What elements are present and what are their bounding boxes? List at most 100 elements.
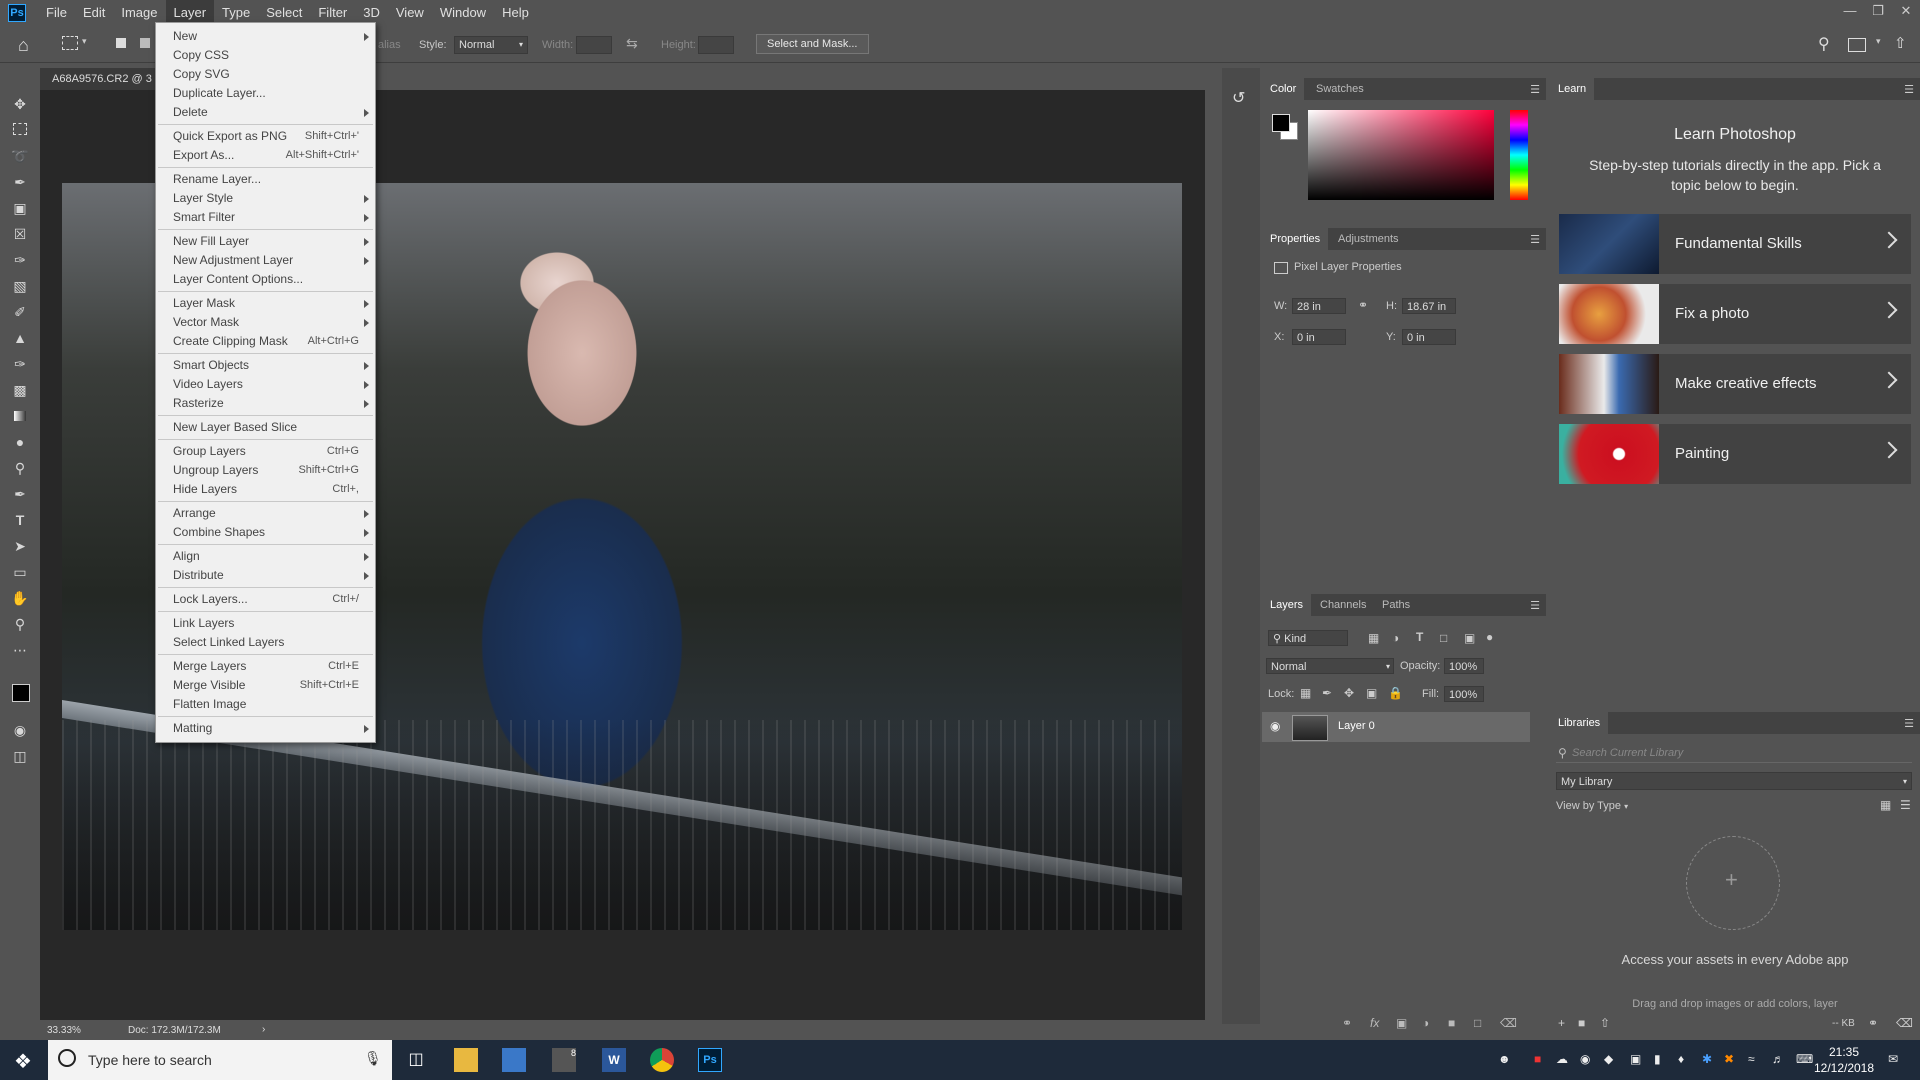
layer-filter-kind[interactable]: ⚲ Kind [1268,630,1348,646]
windows-start-icon[interactable]: ❖ [14,1049,32,1074]
rectangular-marquee-tool-icon[interactable] [10,120,30,140]
foreground-color-swatch[interactable] [1272,114,1290,132]
menu-item-align[interactable]: Align [156,547,375,566]
link-layers-icon[interactable]: ⚭ [1342,1016,1352,1030]
tab-learn[interactable]: Learn [1550,78,1595,100]
lock-transparent-icon[interactable]: ▦ [1300,686,1311,700]
width-input[interactable] [576,36,612,54]
battery-icon[interactable]: ▮ [1654,1052,1661,1066]
foreground-color-swatch[interactable] [12,684,30,702]
menu-item-layer-style[interactable]: Layer Style [156,189,375,208]
wifi-icon[interactable]: ≈ [1748,1052,1755,1066]
menu-item-layer-content-options[interactable]: Layer Content Options... [156,270,375,289]
height-input[interactable] [698,36,734,54]
edit-toolbar-icon[interactable]: ⋯ [10,640,30,660]
learn-card-make-creative-effects[interactable]: Make creative effects [1559,354,1911,414]
chevron-down-icon[interactable]: ▾ [82,36,87,47]
tray-app-icon[interactable]: ♦ [1678,1052,1684,1066]
pen-tool-icon[interactable]: ✒ [10,484,30,504]
menu-item-distribute[interactable]: Distribute [156,566,375,585]
quick-selection-tool-icon[interactable]: ✒ [10,172,30,192]
learn-card-painting[interactable]: Painting [1559,424,1911,484]
menu-item-smart-filter[interactable]: Smart Filter [156,208,375,227]
menu-item-merge-visible[interactable]: Merge Visible Shift+Ctrl+E [156,676,375,695]
menu-item-export-as[interactable]: Export As... Alt+Shift+Ctrl+' [156,146,375,165]
marquee-preset-icon[interactable] [62,36,78,50]
menu-item-delete[interactable]: Delete [156,103,375,122]
library-search[interactable]: ⚲ Search Current Library [1556,744,1912,763]
opacity-field[interactable]: 100% [1444,658,1484,674]
type-tool-icon[interactable]: T [10,510,30,530]
add-selection-icon[interactable] [140,38,150,48]
hue-slider[interactable] [1510,110,1528,200]
microphone-icon[interactable]: 🎙 [364,1050,382,1067]
layer-name[interactable]: Layer 0 [1338,720,1375,732]
chevron-right-icon[interactable]: › [262,1024,265,1035]
layer-row[interactable]: ◉ Layer 0 [1262,712,1530,742]
menu-window[interactable]: Window [432,0,494,26]
tab-libraries[interactable]: Libraries [1550,712,1609,734]
new-selection-icon[interactable] [116,38,126,48]
panel-menu-icon[interactable]: ☰ [1904,717,1914,730]
style-select[interactable]: Normal ▾ [454,36,528,54]
menu-view[interactable]: View [388,0,432,26]
grid-view-icon[interactable]: ▦ [1880,798,1891,812]
file-explorer-icon[interactable] [454,1048,478,1072]
folder-icon[interactable]: ■ [1448,1016,1455,1030]
panel-menu-icon[interactable]: ☰ [1904,83,1914,96]
minimize-icon[interactable]: — [1836,0,1864,26]
menu-item-new-adjustment-layer[interactable]: New Adjustment Layer [156,251,375,270]
close-icon[interactable]: ✕ [1892,0,1920,26]
tray-app-icon[interactable]: ▣ [1630,1052,1641,1066]
menu-item-lock-layers[interactable]: Lock Layers... Ctrl+/ [156,590,375,609]
blend-mode-select[interactable]: Normal ▾ [1266,658,1394,674]
tray-app-icon[interactable]: ■ [1534,1052,1541,1066]
onedrive-icon[interactable]: ☁ [1556,1052,1568,1066]
crop-tool-icon[interactable]: ▣ [10,198,30,218]
bluetooth-icon[interactable]: ✱ [1702,1052,1712,1066]
search-icon[interactable]: ⚲ [1818,34,1830,54]
menu-item-quick-export-as-png[interactable]: Quick Export as PNG Shift+Ctrl+' [156,127,375,146]
taskbar-clock[interactable]: 21:35 12/12/2018 [1812,1044,1876,1076]
eyedropper-tool-icon[interactable]: ✑ [10,250,30,270]
menu-item-merge-layers[interactable]: Merge Layers Ctrl+E [156,657,375,676]
menu-item-combine-shapes[interactable]: Combine Shapes [156,523,375,542]
gradient-tool-icon[interactable] [10,406,30,426]
history-panel-icon[interactable]: ↺ [1232,88,1245,108]
menu-item-copy-css[interactable]: Copy CSS [156,46,375,65]
tab-paths[interactable]: Paths [1374,594,1418,616]
filter-toggle-icon[interactable]: ● [1486,630,1493,644]
people-icon[interactable]: ☻ [1498,1052,1511,1066]
screen-mode-icon[interactable]: ◫ [10,746,30,766]
menu-item-new[interactable]: New [156,27,375,46]
workspace-icon[interactable] [1848,38,1866,52]
tab-color[interactable]: Color [1262,78,1305,100]
width-field[interactable]: 28 in [1292,298,1346,314]
tab-properties[interactable]: Properties [1262,228,1329,250]
zoom-level[interactable]: 33.33% [47,1025,81,1036]
library-select[interactable]: My Library ▾ [1556,772,1912,790]
menu-item-create-clipping-mask[interactable]: Create Clipping Mask Alt+Ctrl+G [156,332,375,351]
menu-item-layer-mask[interactable]: Layer Mask [156,294,375,313]
menu-item-rasterize[interactable]: Rasterize [156,394,375,413]
panel-menu-icon[interactable]: ☰ [1530,599,1540,612]
history-brush-tool-icon[interactable]: ✑ [10,354,30,374]
menu-edit[interactable]: Edit [75,0,113,26]
menu-item-group-layers[interactable]: Group Layers Ctrl+G [156,442,375,461]
hand-tool-icon[interactable]: ✋ [10,588,30,608]
notifications-icon[interactable]: ✉ [1888,1052,1898,1066]
word-icon[interactable]: W [602,1048,626,1072]
tab-swatches[interactable]: Swatches [1308,78,1372,100]
menu-item-new-fill-layer[interactable]: New Fill Layer [156,232,375,251]
menu-item-link-layers[interactable]: Link Layers [156,614,375,633]
menu-item-new-layer-based-slice[interactable]: New Layer Based Slice [156,418,375,437]
eye-icon[interactable]: ◉ [1270,719,1280,733]
swap-icon[interactable]: ⇆ [626,35,638,52]
menu-item-copy-svg[interactable]: Copy SVG [156,65,375,84]
frame-tool-icon[interactable]: ☒ [10,224,30,244]
menu-item-select-linked-layers[interactable]: Select Linked Layers [156,633,375,652]
menu-item-smart-objects[interactable]: Smart Objects [156,356,375,375]
share-icon[interactable]: ⇧ [1894,34,1907,52]
tray-app-icon[interactable]: ◆ [1604,1052,1613,1066]
menu-help[interactable]: Help [494,0,537,26]
